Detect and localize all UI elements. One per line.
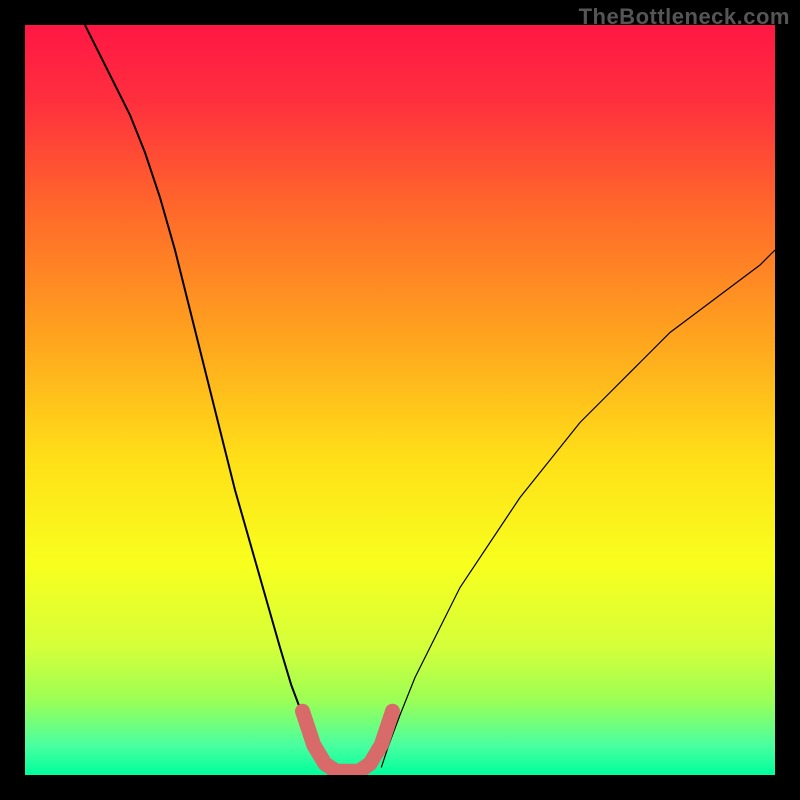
watermark-label: TheBottleneck.com (579, 4, 790, 30)
plot-svg (25, 25, 775, 775)
gradient-background (25, 25, 775, 775)
chart-frame: TheBottleneck.com (0, 0, 800, 800)
plot-area (25, 25, 775, 775)
